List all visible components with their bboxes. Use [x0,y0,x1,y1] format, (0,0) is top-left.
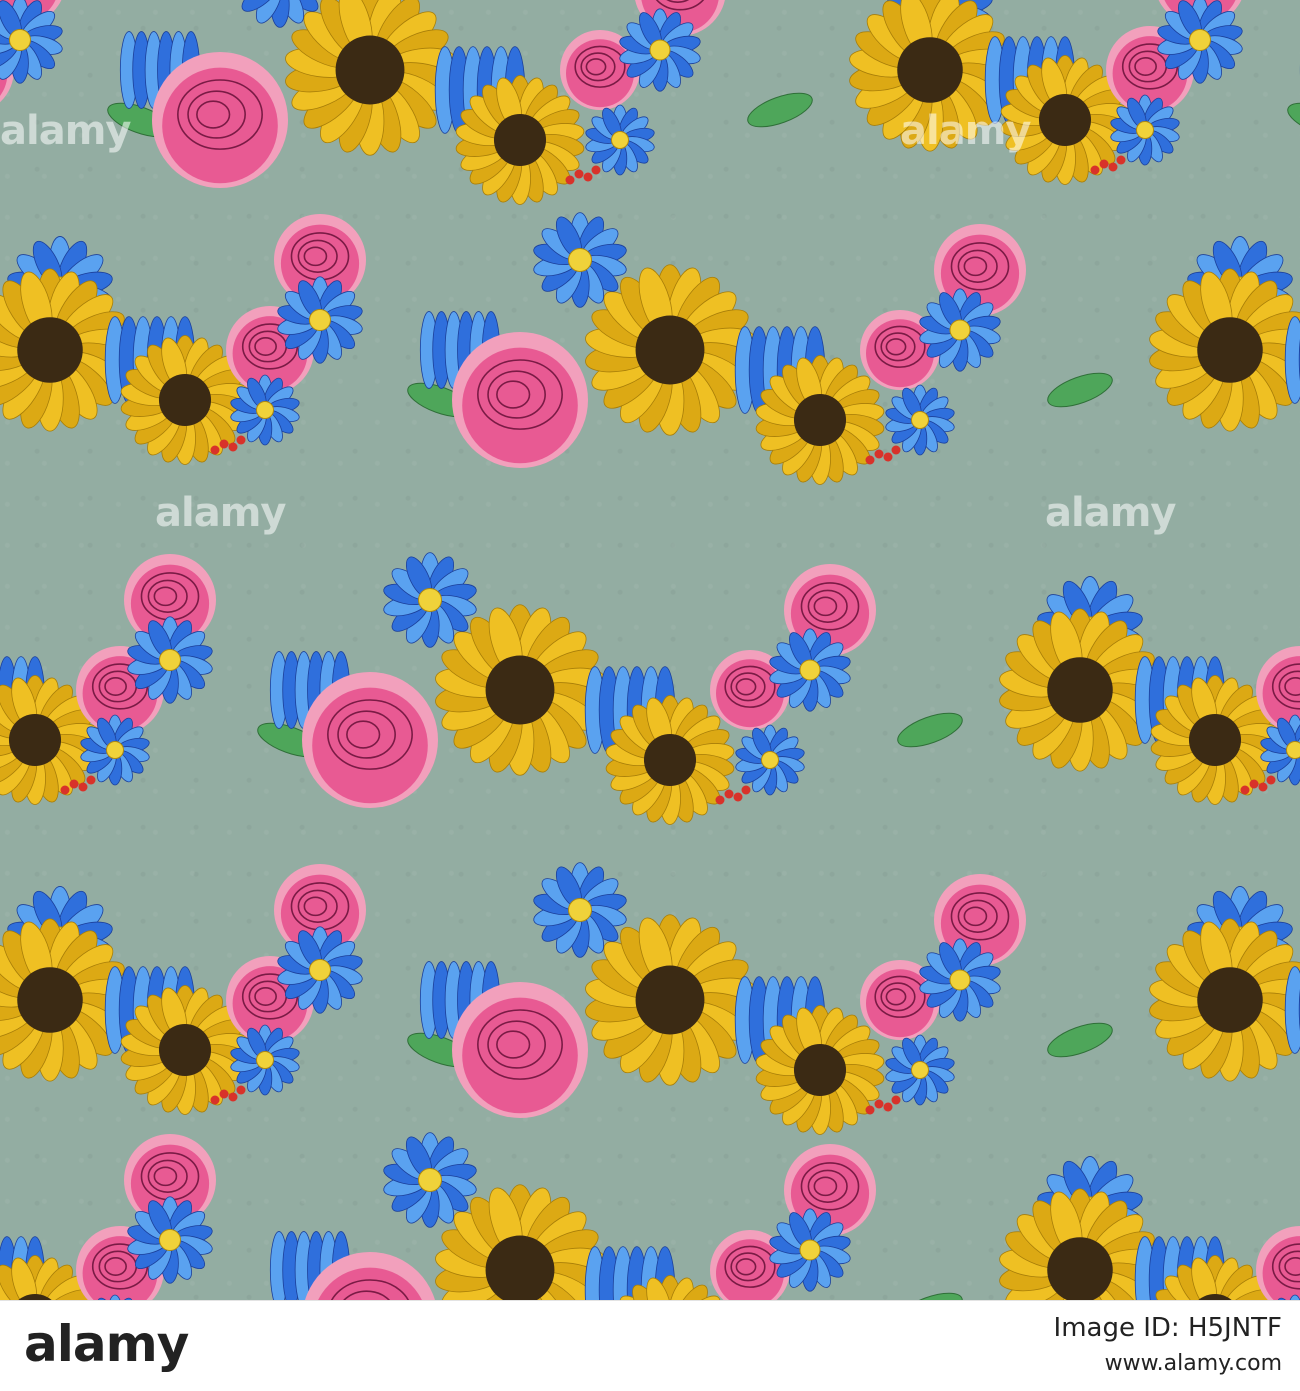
berry [237,1086,246,1095]
daisy-center [107,742,124,759]
daisy-center [310,310,331,331]
daisy-center [762,752,779,769]
berry [884,1103,893,1112]
site-url: www.alamy.com [1105,1351,1282,1376]
sunflower-center [636,966,705,1035]
sunflower-center [336,36,405,105]
daisy-center [1190,30,1211,51]
berry [1267,776,1276,785]
berry [1109,163,1118,172]
daisy-center [1137,122,1154,139]
watermark: alamy [0,108,130,154]
image-id: Image ID: H5JNTF [1054,1313,1282,1343]
berry [220,440,229,449]
berry [1241,786,1250,795]
sunflower-center [794,1044,846,1096]
berry [211,1096,220,1105]
berry [87,776,96,785]
berry [725,790,734,799]
watermark: alamy [900,108,1030,154]
daisy-center [800,660,820,680]
daisy-center [569,249,592,272]
berry [884,453,893,462]
flower-bands [0,0,1300,1300]
leaf [1044,366,1117,414]
berry [734,793,743,802]
berry [892,446,901,455]
berry [70,780,79,789]
berry [716,796,725,805]
sunflower-center [636,316,705,385]
daisy-center [950,970,970,990]
sunflower-center [159,374,211,426]
berry [875,450,884,459]
daisy-center [569,899,592,922]
berry [566,176,575,185]
daisy-center [650,40,670,60]
sunflower-center [486,656,555,725]
daisy-center [912,1062,929,1079]
sunflower-center [1047,1237,1113,1300]
berry [211,446,220,455]
sunflower-center [1047,657,1113,723]
daisy-center [257,1052,274,1069]
leaf [894,706,967,754]
sunflower-center [159,1024,211,1076]
leaf [744,86,817,134]
daisy-center [160,650,181,671]
sunflower-center [17,967,83,1033]
sunflower-center [897,37,963,103]
leaf [894,1286,967,1300]
sunflower-center [1197,967,1263,1033]
berry [742,786,751,795]
berry [1091,166,1100,175]
berry [866,456,875,465]
sunflower-center [17,317,83,383]
leaf [1284,96,1300,144]
sunflower-center [644,734,696,786]
berry [229,443,238,452]
berry [892,1096,901,1105]
sunflower-center [1039,94,1091,146]
berry [79,783,88,792]
sunflower-center [1189,714,1241,766]
daisy-center [419,589,442,612]
berry [592,166,601,175]
berry [575,170,584,179]
daisy-center [310,960,331,981]
daisy-center [912,412,929,429]
berry [1100,160,1109,169]
berry [1259,783,1268,792]
berry [229,1093,238,1102]
daisy-center [950,320,970,340]
watermark: alamy [155,490,285,536]
daisy-center [1287,742,1300,759]
sunflower-center [1197,317,1263,383]
watermark: alamy [1045,490,1175,536]
berry [584,173,593,182]
daisy-center [612,132,629,149]
daisy-center [800,1240,820,1260]
berry [220,1090,229,1099]
berry [1117,156,1126,165]
berry [237,436,246,445]
daisy-center [10,30,31,51]
sunflower-center [9,714,61,766]
stock-footer: alamy Image ID: H5JNTF www.alamy.com [0,1300,1300,1391]
floral-pattern-canvas: alamy alamy alamy alamy [0,0,1300,1390]
footer-logo: alamy [24,1315,188,1373]
berry [61,786,70,795]
berry [875,1100,884,1109]
daisy-center [419,1169,442,1192]
berry [1250,780,1259,789]
sunflower-center [794,394,846,446]
daisy-center [257,402,274,419]
leaf [1044,1016,1117,1064]
sunflower-center [494,114,546,166]
daisy-center [160,1230,181,1251]
berry [866,1106,875,1115]
